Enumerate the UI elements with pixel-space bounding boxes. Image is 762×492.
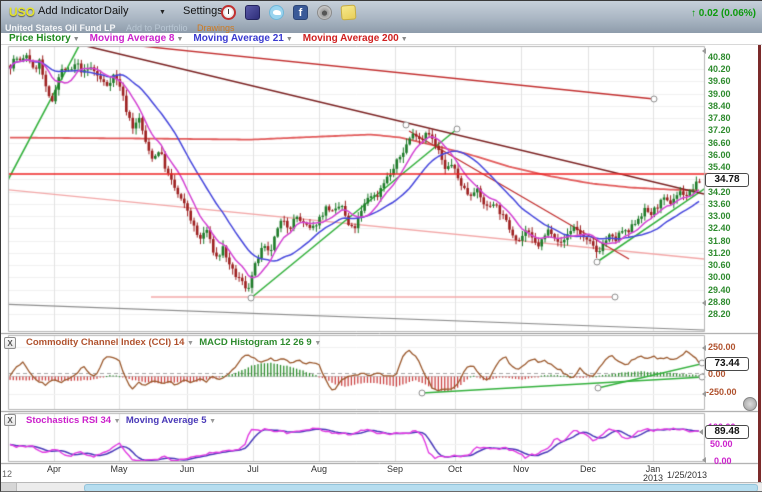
panel-resize-grip[interactable] bbox=[743, 397, 757, 411]
axis-label: 36.60 bbox=[708, 138, 731, 148]
axis-label: -250.00 bbox=[706, 387, 737, 397]
axis-label: 33.60 bbox=[708, 199, 731, 209]
axis-marker-icon bbox=[702, 300, 706, 306]
axis-label: 37.80 bbox=[708, 113, 731, 123]
axis-label: 0.00 bbox=[714, 456, 732, 466]
month-label-nov: Nov bbox=[513, 465, 529, 474]
axis-label: 37.20 bbox=[708, 125, 731, 135]
axis-marker-icon bbox=[702, 457, 706, 463]
legend-item-moving-average-200[interactable]: Moving Average 200▼ bbox=[303, 33, 408, 44]
stoch-panel-close-button[interactable]: X bbox=[4, 414, 16, 426]
scrollbar-corner bbox=[1, 483, 17, 492]
toolbar-row-2: United States Oil Fund LP Add to Portfol… bbox=[1, 22, 762, 33]
axis-label: 31.80 bbox=[708, 236, 731, 246]
axis-label: 30.00 bbox=[708, 272, 731, 282]
axis-label: 28.80 bbox=[708, 297, 731, 307]
last-price-badge: 34.78 bbox=[705, 173, 749, 187]
add-to-portfolio-button[interactable]: Add to Portfolio bbox=[126, 23, 188, 33]
macd-histogram-title[interactable]: MACD Histogram 12 26 9 bbox=[199, 337, 311, 348]
cci-panel-title[interactable]: Commodity Channel Index (CCI) 14 ▼ MACD … bbox=[26, 337, 321, 348]
up-arrow-icon: ↑ bbox=[691, 8, 696, 19]
window-right-frame bbox=[758, 45, 761, 482]
month-label-sep: Sep bbox=[387, 465, 403, 474]
legend-dropdown-icon[interactable]: ▼ bbox=[176, 36, 183, 43]
month-label-apr: Apr bbox=[47, 465, 61, 474]
month-label-aug: Aug bbox=[311, 465, 327, 474]
price-change-indicator: ↑ 0.02 (0.06%) bbox=[691, 8, 756, 19]
axis-label: 32.40 bbox=[708, 223, 731, 233]
toolbar-icons: f bbox=[221, 5, 356, 20]
axis-label: 39.60 bbox=[708, 76, 731, 86]
axis-label: 40.80 bbox=[708, 52, 731, 62]
axis-label: 29.40 bbox=[708, 285, 731, 295]
axis-label: 30.60 bbox=[708, 260, 731, 270]
axis-label: 50.00 bbox=[710, 439, 733, 449]
facebook-icon[interactable]: f bbox=[293, 5, 308, 20]
scrollbar-thumb[interactable] bbox=[84, 484, 758, 492]
toolbar-row-1: USO Add Indicator Daily ▼ Settings bbox=[1, 4, 762, 21]
indicator-legend: Price History▼ Moving Average 8▼ Moving Av… bbox=[1, 33, 762, 45]
stoch-value-badge: 89.48 bbox=[705, 425, 749, 439]
month-label-jul: Jul bbox=[247, 465, 259, 474]
add-indicator-button[interactable]: Add Indicator bbox=[38, 5, 103, 17]
stoch-panel-title[interactable]: Stochastics RSI 34 ▼ Moving Average 5 ▼ bbox=[26, 415, 216, 426]
cci-panel-close-button[interactable]: X bbox=[4, 337, 16, 349]
alarm-icon[interactable] bbox=[221, 5, 236, 20]
axis-label: 40.20 bbox=[708, 64, 731, 74]
legend-item-price-history[interactable]: Price History▼ bbox=[9, 33, 80, 44]
legend-item-moving-average-21[interactable]: Moving Average 21▼ bbox=[193, 33, 292, 44]
camera-icon[interactable] bbox=[317, 5, 332, 20]
legend-dropdown-icon[interactable]: ▼ bbox=[286, 36, 293, 43]
chart-window: USO Add Indicator Daily ▼ Settings f ↑ 0… bbox=[0, 0, 762, 492]
legend-dropdown-icon[interactable]: ▼ bbox=[73, 36, 80, 43]
twitter-icon[interactable] bbox=[269, 5, 284, 20]
timeframe-dropdown-icon[interactable]: ▼ bbox=[159, 9, 166, 16]
axis-marker-icon bbox=[699, 429, 703, 435]
timeframe-select[interactable]: Daily bbox=[104, 5, 128, 17]
month-label-may: May bbox=[110, 465, 127, 474]
axis-label: 28.20 bbox=[708, 309, 731, 319]
axis-label: 31.20 bbox=[708, 248, 731, 258]
legend-item-moving-average-8[interactable]: Moving Average 8▼ bbox=[90, 33, 184, 44]
axis-marker-icon bbox=[702, 345, 706, 351]
axis-label: 38.40 bbox=[708, 101, 731, 111]
security-name: United States Oil Fund LP bbox=[5, 23, 116, 33]
notes-icon[interactable] bbox=[340, 4, 356, 20]
axis-label: 34.20 bbox=[708, 187, 731, 197]
toolbar: USO Add Indicator Daily ▼ Settings f ↑ 0… bbox=[1, 1, 762, 34]
symbol-input[interactable]: USO bbox=[9, 5, 35, 19]
settings-button[interactable]: Settings bbox=[183, 5, 223, 17]
axis-label: 39.00 bbox=[708, 89, 731, 99]
axis-label: 33.00 bbox=[708, 211, 731, 221]
axis-marker-icon bbox=[702, 391, 706, 397]
month-label-jan: Jan2013 bbox=[643, 465, 663, 483]
year-partial-label: 12 bbox=[2, 469, 12, 479]
drawings-button[interactable]: Drawings bbox=[197, 23, 235, 33]
news-icon[interactable] bbox=[245, 5, 260, 20]
stoch-ma-title[interactable]: Moving Average 5 bbox=[126, 415, 207, 426]
axis-marker-icon bbox=[702, 48, 706, 54]
axis-label: 250.00 bbox=[708, 342, 736, 352]
last-date-label: 1/25/2013 bbox=[667, 470, 707, 480]
legend-dropdown-icon[interactable]: ▼ bbox=[401, 36, 408, 43]
axis-label: 35.40 bbox=[708, 162, 731, 172]
cci-value-badge: 73.44 bbox=[705, 357, 749, 371]
axis-label: 36.00 bbox=[708, 150, 731, 160]
month-label-dec: Dec bbox=[580, 465, 596, 474]
month-label-jun: Jun bbox=[180, 465, 195, 474]
month-label-oct: Oct bbox=[448, 465, 462, 474]
